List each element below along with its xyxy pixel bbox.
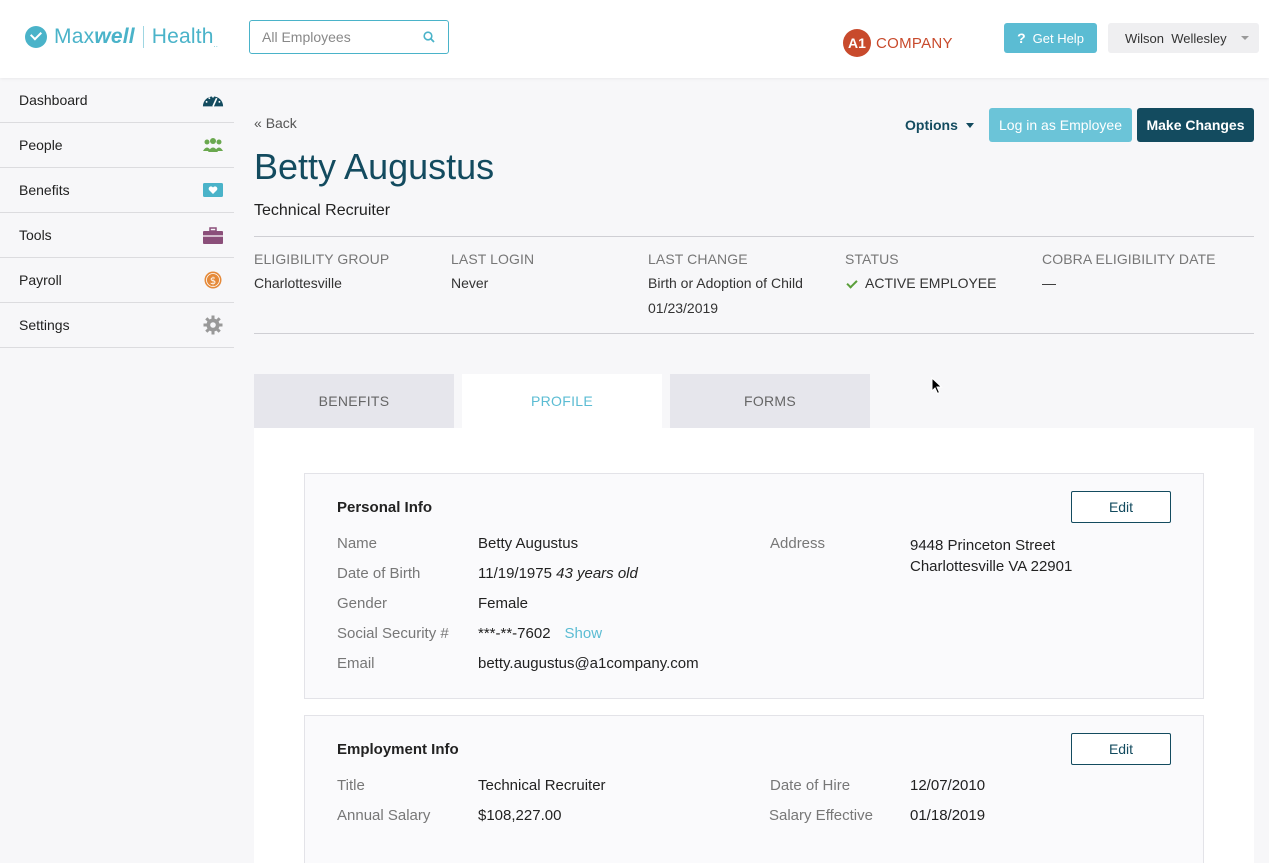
personal-info-card: Personal Info Edit Name Betty Augustus D… — [304, 473, 1204, 699]
user-menu[interactable]: Wilson Wellesley — [1108, 23, 1259, 53]
last-change: Last Change Birth or Adoption of Child 0… — [648, 251, 803, 316]
job-title-value: Technical Recruiter — [478, 777, 606, 794]
gender-value: Female — [478, 595, 529, 612]
employment-info-card: Employment Info Edit Title Technical Rec… — [304, 715, 1204, 863]
field-label: Title — [337, 777, 365, 794]
field-label: Date of Hire — [770, 777, 851, 794]
sidebar-item-payroll[interactable]: Payroll $ — [0, 258, 234, 303]
page-title: Betty Augustus — [254, 146, 495, 187]
divider — [254, 236, 1254, 237]
sidebar-item-tools[interactable]: Tools — [0, 213, 234, 258]
card-title: Personal Info — [337, 499, 433, 516]
field-label: Address — [770, 535, 826, 552]
address-value: 9448 Princeton Street Charlottesville VA… — [910, 537, 1073, 575]
name-value: Betty Augustus — [478, 535, 579, 552]
employee-job-title: Technical Recruiter — [254, 202, 391, 219]
field-label: Date of Birth — [337, 565, 421, 582]
sidebar-item-benefits[interactable]: Benefits — [0, 168, 234, 213]
cobra-eligibility-date: Cobra Eligibility Date — — [1042, 251, 1216, 291]
employment-status: Status ACTIVE EMPLOYEE — [845, 251, 997, 291]
search-icon[interactable] — [423, 31, 435, 43]
question-icon: ? — [1017, 30, 1026, 46]
chevron-down-icon — [1241, 36, 1249, 40]
top-header: MaxwellHealth.. A1 COMPANY ? Get Help Wi… — [0, 0, 1269, 78]
dollar-coin-icon: $ — [202, 271, 224, 289]
back-link[interactable]: « Back — [254, 115, 297, 131]
salary-effective-value: 01/18/2019 — [910, 807, 986, 824]
divider — [254, 333, 1254, 334]
field-label: Salary Effective — [769, 807, 873, 824]
show-ssn-link[interactable]: Show — [565, 625, 603, 642]
tab-forms[interactable]: FORMS — [670, 374, 870, 428]
mouse-cursor-icon — [931, 377, 943, 395]
eligibility-group: Eligibility Group Charlottesville — [254, 251, 390, 291]
check-icon — [846, 277, 858, 289]
company-badge: A1 — [843, 29, 871, 57]
status-badge: ACTIVE EMPLOYEE — [865, 275, 997, 291]
age-value: 43 years old — [556, 565, 638, 582]
tab-benefits[interactable]: BENEFITS — [254, 374, 454, 428]
company-name: COMPANY — [876, 34, 953, 52]
field-label: Social Security # — [337, 625, 449, 642]
people-icon — [202, 136, 224, 154]
briefcase-icon — [202, 226, 224, 244]
gauge-icon — [202, 91, 224, 109]
dob-value: 11/19/1975 43 years old — [478, 565, 638, 582]
heart-icon — [202, 181, 224, 199]
svg-text:$: $ — [210, 276, 216, 287]
double-chevron-left-icon: « — [254, 115, 262, 131]
gear-icon — [202, 315, 224, 335]
sidebar: Dashboard People Benefits Tools Payroll … — [0, 78, 234, 348]
employee-search — [249, 20, 449, 54]
field-label: Gender — [337, 595, 388, 612]
field-label: Annual Salary — [337, 807, 431, 824]
sidebar-item-people[interactable]: People — [0, 123, 234, 168]
logo-heart-check-icon — [25, 26, 47, 48]
last-login: Last Login Never — [451, 251, 535, 291]
user-name: Wilson Wellesley — [1125, 30, 1227, 46]
edit-employment-info-button[interactable]: Edit — [1071, 733, 1171, 765]
maxwell-health-logo[interactable]: Maxwell Health.. — [25, 24, 218, 50]
sidebar-item-dashboard[interactable]: Dashboard — [0, 78, 234, 123]
field-label: Name — [337, 535, 378, 552]
card-title: Employment Info — [337, 741, 459, 758]
get-help-button[interactable]: ? Get Help — [1004, 23, 1097, 53]
ssn-value: ***-**-7602 Show — [478, 625, 603, 642]
tab-profile[interactable]: PROFILE — [462, 374, 662, 428]
logo-text: Maxwell Health.. — [54, 25, 218, 49]
make-changes-button[interactable]: Make Changes — [1137, 108, 1254, 142]
log-in-as-employee-button[interactable]: Log in as Employee — [989, 108, 1132, 142]
edit-personal-info-button[interactable]: Edit — [1071, 491, 1171, 523]
company-logo: A1 COMPANY — [843, 29, 953, 57]
sidebar-item-settings[interactable]: Settings — [0, 303, 234, 348]
caret-down-icon — [965, 122, 974, 128]
email-value: betty.augustus@a1company.com — [478, 655, 699, 672]
field-label: Email — [337, 655, 375, 672]
salary-value: $108,227.00 — [478, 807, 562, 824]
hire-date-value: 12/07/2010 — [910, 777, 986, 794]
search-input[interactable] — [250, 21, 410, 53]
options-dropdown[interactable]: Options — [905, 117, 974, 133]
